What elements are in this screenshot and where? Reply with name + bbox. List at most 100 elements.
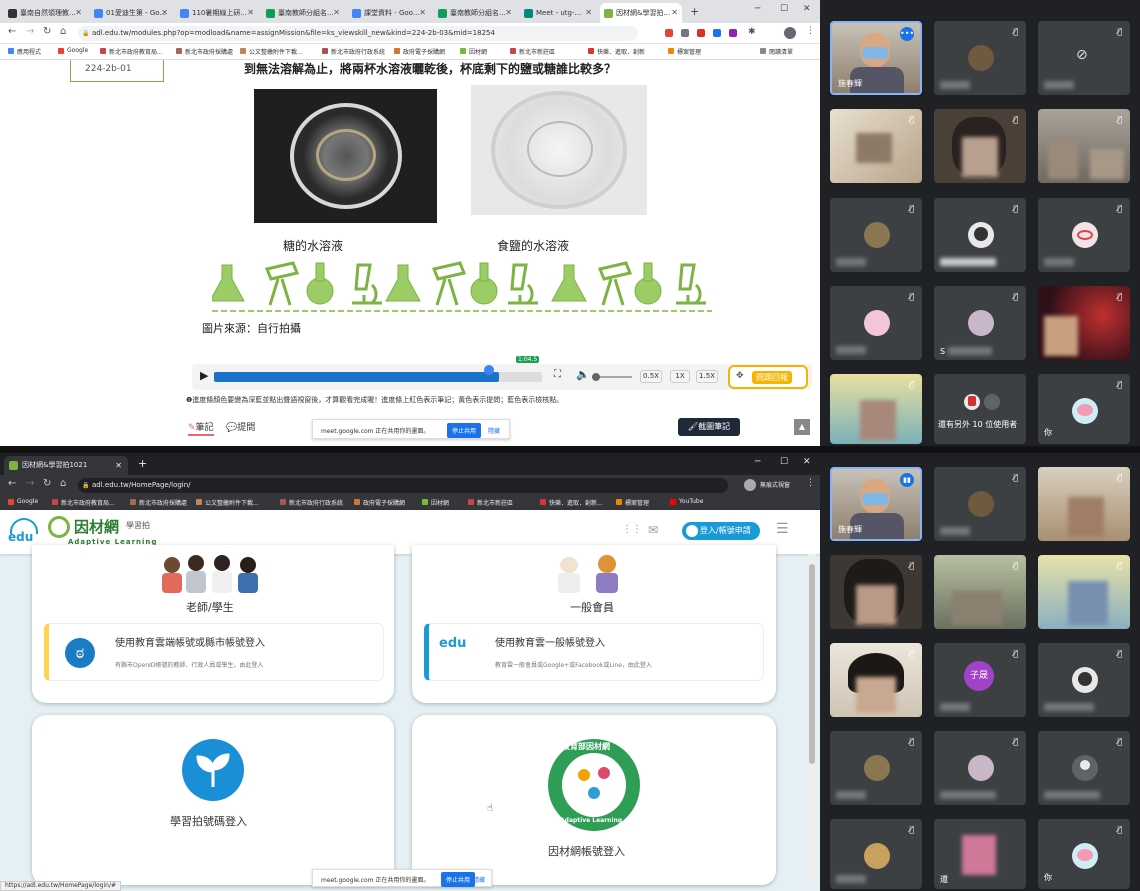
new-tab-icon[interactable]: + <box>138 457 147 470</box>
participant-tile[interactable]: 🎙̸ <box>830 555 922 629</box>
minimize-icon[interactable]: ─ <box>755 457 760 467</box>
bookmark-item[interactable]: 因材網 <box>422 498 449 507</box>
stop-sharing-button[interactable]: 停止共用 <box>441 872 476 887</box>
bookmark-item[interactable]: 標案管理 <box>668 47 701 56</box>
participant-tile[interactable]: 🎙̸ <box>1038 467 1130 541</box>
menu-icon[interactable]: ⋮ <box>806 26 815 36</box>
participant-tile[interactable]: 🎙̸ <box>830 643 922 717</box>
browser-tab[interactable]: Meet - utg-... ✕ <box>520 3 596 23</box>
bookmark-item[interactable]: 因材網 <box>460 47 487 56</box>
participant-tile[interactable]: 🎙̸ <box>1038 555 1130 629</box>
forward-icon[interactable]: → <box>26 478 34 489</box>
close-tab-icon[interactable]: ✕ <box>115 456 122 475</box>
notes-tab[interactable]: ✎筆記 <box>188 420 214 436</box>
bookmark-item[interactable]: 新北市新莊區 <box>468 498 513 507</box>
hamburger-menu-icon[interactable]: ☰ <box>776 521 789 537</box>
participant-tile[interactable]: 🎙̸ <box>934 21 1026 95</box>
participant-tile[interactable]: 🎙̸ <box>830 109 922 183</box>
play-icon[interactable]: ▶ <box>200 369 208 382</box>
extension-icon[interactable] <box>713 29 721 37</box>
bookmark-item[interactable]: 新北市政府教育局... <box>100 47 163 56</box>
back-icon[interactable]: ← <box>8 478 16 489</box>
speed-1.5x[interactable]: 1.5X <box>696 370 718 383</box>
participant-tile[interactable]: 🎙̸ <box>1038 286 1130 360</box>
scroll-top-button[interactable]: ▲ <box>794 419 810 435</box>
browser-tab[interactable]: 臺南自然領理教... ✕ <box>4 3 86 23</box>
xuexipai-login-card[interactable]: 學習拍號碼登入 <box>32 715 394 885</box>
maximize-icon[interactable]: ☐ <box>780 4 788 14</box>
extension-icon[interactable] <box>665 29 673 37</box>
browser-tab[interactable]: 臺南教師分組名... ✕ <box>434 3 516 23</box>
participant-tile[interactable]: 🎙̸ <box>934 109 1026 183</box>
menu-icon[interactable]: ⋮ <box>806 478 815 488</box>
bookmark-item[interactable]: 新北市新莊區 <box>510 47 555 56</box>
forward-icon[interactable]: → <box>26 26 34 37</box>
participant-tile-self[interactable]: 🎙̸ 你 <box>1038 819 1130 889</box>
stop-sharing-button[interactable]: 停止共用 <box>447 423 482 438</box>
browser-tab-active[interactable]: 因材網&學習拍1021 ✕ <box>4 456 128 475</box>
reload-icon[interactable]: ↻ <box>43 478 51 489</box>
participant-tile[interactable]: 子晟 🎙̸ <box>934 643 1026 717</box>
maximize-icon[interactable]: ☐ <box>780 457 788 467</box>
browser-tab[interactable]: 課堂資料 - Goo... ✕ <box>348 3 430 23</box>
close-tab-icon[interactable]: ✕ <box>333 3 340 23</box>
url-input[interactable]: 🔒 adl.edu.tw/HomePage/login/ <box>78 478 728 493</box>
participant-tile[interactable]: 🎙̸ <box>830 286 922 360</box>
progress-track[interactable] <box>214 365 542 382</box>
participant-tile[interactable]: 🎙̸ <box>830 819 922 889</box>
bookmark-item[interactable]: 新北市政府採購處 <box>130 498 187 507</box>
grid-icon[interactable]: ⋮⋮ <box>622 524 642 535</box>
participant-tile[interactable]: ⊘ 🎙̸ <box>1038 21 1130 95</box>
bookmark-youtube[interactable]: YouTube <box>670 498 703 505</box>
adl-account-login-card[interactable]: 教育部因材網 Adaptive Learning 因材網帳號登入 <box>412 715 776 885</box>
login-cloud-general-option[interactable]: edu 使用教育雲一般帳號登入 教育雲一般會員或Google+或Facebook… <box>424 623 764 681</box>
login-register-button[interactable]: 登入/帳號申請 <box>682 522 760 540</box>
volume-icon[interactable]: 🔈 <box>576 368 590 381</box>
bookmark-item[interactable]: 新北市政府教育局... <box>52 498 115 507</box>
bookmark-item[interactable]: 標案管理 <box>616 498 649 507</box>
page-scrollbar[interactable] <box>808 554 816 884</box>
fullscreen-icon[interactable]: ⛶ <box>554 369 561 380</box>
participant-tile[interactable]: 🎙̸ S <box>934 286 1026 360</box>
new-tab-icon[interactable]: + <box>690 5 699 18</box>
close-tab-icon[interactable]: ✕ <box>247 3 254 23</box>
bookmark-item[interactable]: 快樂．進取．創新 <box>588 47 645 56</box>
close-tab-icon[interactable]: ✕ <box>585 3 592 23</box>
bookmark-item[interactable]: 政府電子採購網 <box>394 47 445 56</box>
bookmark-item[interactable]: 新北市政府行政系統 <box>280 498 343 507</box>
extension-icon[interactable] <box>729 29 737 37</box>
participant-tile[interactable]: 還 <box>934 819 1026 889</box>
home-icon[interactable]: ⌂ <box>60 478 66 489</box>
close-tab-icon[interactable]: ✕ <box>161 3 168 23</box>
ask-tab[interactable]: 💬提問 <box>226 420 255 433</box>
home-icon[interactable]: ⌂ <box>60 26 66 37</box>
extension-icon[interactable] <box>697 29 705 37</box>
participant-tile[interactable]: 🎙̸ <box>934 198 1026 272</box>
mail-icon[interactable]: ✉ <box>648 523 658 537</box>
close-tab-icon[interactable]: ✕ <box>671 3 678 23</box>
bookmark-google[interactable]: Google <box>58 47 88 54</box>
reading-list[interactable]: 閱讀清單 <box>760 47 793 56</box>
profile-avatar[interactable] <box>784 27 796 39</box>
hide-button[interactable]: 隱藏 <box>488 426 500 435</box>
close-tab-icon[interactable]: ✕ <box>505 3 512 23</box>
close-tab-icon[interactable]: ✕ <box>419 3 426 23</box>
screenshot-notes-button[interactable]: 🖌截圖筆記 <box>678 418 740 436</box>
bookmark-item[interactable]: 新北市政府採購處 <box>176 47 233 56</box>
participant-tile[interactable]: 🎙̸ <box>934 731 1026 805</box>
puzzle-icon[interactable]: ✱ <box>748 27 756 37</box>
bookmark-google[interactable]: Google <box>8 498 38 505</box>
checkpoint-marker[interactable] <box>484 365 494 375</box>
speed-0.5x[interactable]: 0.5X <box>640 370 662 383</box>
minimize-icon[interactable]: ─ <box>755 4 760 14</box>
more-options-icon[interactable]: ••• <box>900 27 914 41</box>
participant-tile[interactable]: 🎙̸ <box>830 374 922 444</box>
login-cloud-county-option[interactable]: ಠ 使用教育雲端帳號或縣市帳號登入 有縣市OpenID帳號的教師、行政人員或學生… <box>44 623 384 681</box>
browser-tab[interactable]: 臺南教師分組名... ✕ <box>262 3 344 23</box>
participant-tile-host[interactable]: ▮▮ 施春輝 <box>830 467 922 541</box>
participant-tile[interactable]: 🎙̸ <box>1038 643 1130 717</box>
extension-icon[interactable] <box>681 29 689 37</box>
participant-tile[interactable]: 🎙̸ <box>934 555 1026 629</box>
bookmark-item[interactable]: 政府電子採購網 <box>354 498 405 507</box>
participant-tile-self[interactable]: 🎙̸ 你 <box>1038 374 1130 444</box>
